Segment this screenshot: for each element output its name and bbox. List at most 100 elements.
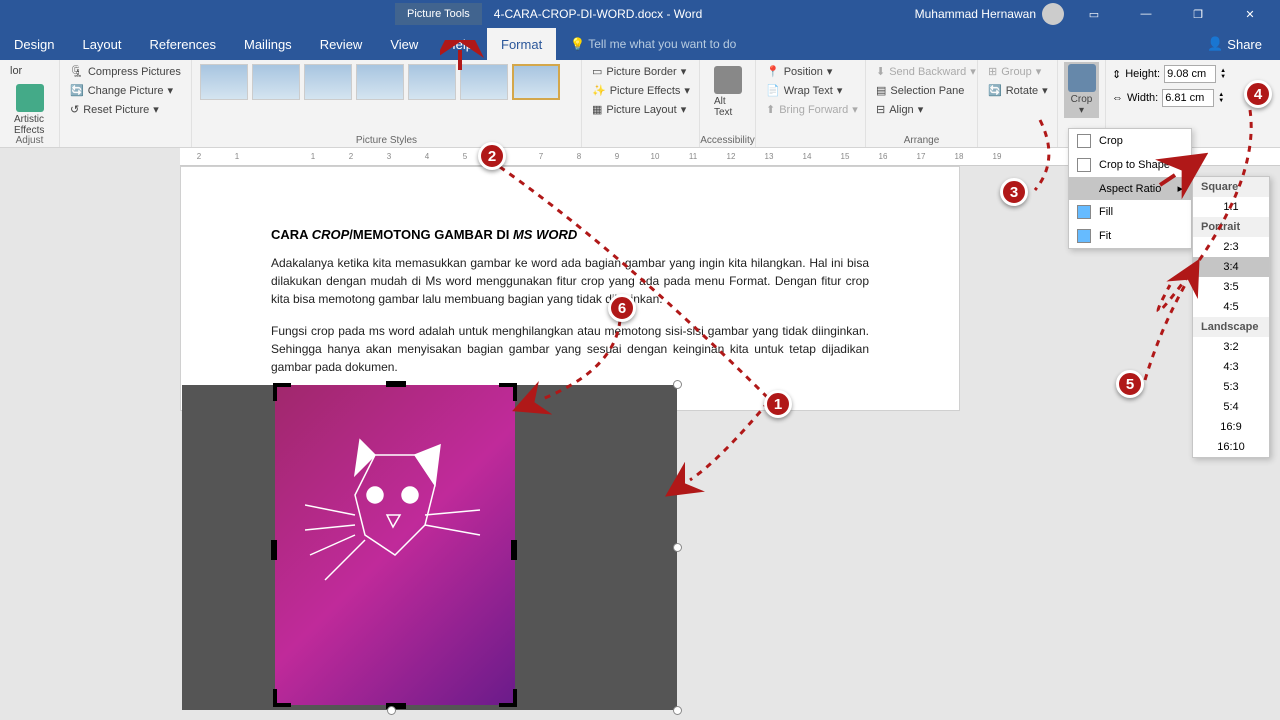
- minimize-icon[interactable]: —: [1124, 0, 1168, 28]
- tab-review[interactable]: Review: [306, 28, 377, 60]
- ratio-4-3[interactable]: 4:3: [1193, 357, 1269, 377]
- menu-crop-to-shape[interactable]: Crop to Shape: [1069, 153, 1191, 177]
- compress-pictures-button[interactable]: 🗜 Compress Pictures: [66, 62, 185, 81]
- selection-pane-button[interactable]: ▤ Selection Pane: [872, 81, 971, 100]
- document-page[interactable]: CARA CROP/MEMOTONG GAMBAR DI MS WORD Ada…: [180, 166, 960, 411]
- doc-paragraph: Adakalanya ketika kita memasukkan gambar…: [271, 254, 869, 308]
- picture-layout-button[interactable]: ▦ Picture Layout ▾: [588, 100, 693, 119]
- aspect-ratio-menu: Square 1:1 Portrait 2:3 3:4 3:5 4:5 Land…: [1192, 176, 1270, 458]
- ribbon-display-icon[interactable]: ▭: [1072, 0, 1116, 28]
- crop-handle[interactable]: [271, 540, 277, 560]
- height-input[interactable]: [1164, 65, 1216, 83]
- crop-button[interactable]: Crop▾: [1064, 62, 1099, 118]
- arrange-label: Arrange: [866, 135, 977, 146]
- user-name: Muhammad Hernawan: [915, 7, 1036, 21]
- menu-fill[interactable]: Fill: [1069, 200, 1191, 224]
- doc-paragraph: Fungsi crop pada ms word adalah untuk me…: [271, 322, 869, 376]
- tab-mailings[interactable]: Mailings: [230, 28, 306, 60]
- crop-handle[interactable]: [386, 381, 406, 387]
- send-backward-button: ⬇ Send Backward ▾: [872, 62, 971, 81]
- document-title: 4-CARA-CROP-DI-WORD.docx - Word: [482, 7, 714, 21]
- selection-handle[interactable]: [673, 706, 682, 715]
- armenu-portrait-label: Portrait: [1193, 217, 1269, 237]
- style-thumb[interactable]: [200, 64, 248, 100]
- annotation-marker-2: 2: [478, 142, 506, 170]
- ribbon-tabs: Design Layout References Mailings Review…: [0, 28, 1280, 60]
- picture-styles-label: Picture Styles: [192, 135, 581, 146]
- avatar: [1042, 3, 1064, 25]
- selection-handle[interactable]: [673, 543, 682, 552]
- crop-handle[interactable]: [499, 383, 517, 401]
- crop-dropdown-menu: Crop Crop to Shape Aspect Ratio▸ Fill Fi…: [1068, 128, 1192, 249]
- accessibility-label: Accessibility: [700, 135, 755, 146]
- annotation-marker-4: 4: [1244, 80, 1272, 108]
- tell-me-search[interactable]: 💡 Tell me what you want to do: [556, 37, 750, 51]
- crop-handle[interactable]: [499, 689, 517, 707]
- group-button: ⊞ Group ▾: [984, 62, 1051, 81]
- color-button[interactable]: lor: [6, 62, 53, 80]
- change-picture-button[interactable]: 🔄 Change Picture ▾: [66, 81, 185, 100]
- selection-handle[interactable]: [387, 706, 396, 715]
- style-thumb[interactable]: [512, 64, 560, 100]
- menu-fit[interactable]: Fit: [1069, 224, 1191, 248]
- close-icon[interactable]: ✕: [1228, 0, 1272, 28]
- crop-handle[interactable]: [511, 540, 517, 560]
- adjust-label: Adjust: [0, 135, 59, 146]
- picture-border-button[interactable]: ▭ Picture Border ▾: [588, 62, 693, 81]
- user-account[interactable]: Muhammad Hernawan: [915, 3, 1064, 25]
- height-spinner[interactable]: ▲▼: [1220, 68, 1226, 80]
- tab-design[interactable]: Design: [0, 28, 68, 60]
- width-field[interactable]: ⇔ Width: ▲▼: [1112, 89, 1258, 107]
- position-button[interactable]: 📍 Position ▾: [762, 62, 859, 81]
- menu-aspect-ratio[interactable]: Aspect Ratio▸: [1069, 177, 1191, 200]
- ratio-16-9[interactable]: 16:9: [1193, 417, 1269, 437]
- style-thumb[interactable]: [408, 64, 456, 100]
- annotation-marker-6: 6: [608, 294, 636, 322]
- style-thumb[interactable]: [460, 64, 508, 100]
- titlebar: Picture Tools 4-CARA-CROP-DI-WORD.docx -…: [0, 0, 1280, 28]
- crop-handle[interactable]: [273, 383, 291, 401]
- alt-text-button[interactable]: Alt Text: [706, 62, 749, 122]
- rotate-button[interactable]: 🔄 Rotate ▾: [984, 81, 1051, 100]
- selected-image[interactable]: [182, 385, 677, 710]
- tab-format[interactable]: Format: [487, 28, 556, 60]
- ratio-5-3[interactable]: 5:3: [1193, 377, 1269, 397]
- cat-illustration: [305, 435, 485, 635]
- artistic-effects-button[interactable]: Artistic Effects: [6, 80, 53, 140]
- tab-view[interactable]: View: [376, 28, 432, 60]
- style-thumb[interactable]: [356, 64, 404, 100]
- style-thumb[interactable]: [304, 64, 352, 100]
- wrap-text-button[interactable]: 📄 Wrap Text ▾: [762, 81, 859, 100]
- annotation-marker-3: 3: [1000, 178, 1028, 206]
- ratio-3-4[interactable]: 3:4: [1193, 257, 1269, 277]
- picture-styles-gallery[interactable]: [198, 62, 575, 102]
- width-spinner[interactable]: ▲▼: [1218, 92, 1224, 104]
- crop-handle[interactable]: [273, 689, 291, 707]
- ratio-3-5[interactable]: 3:5: [1193, 277, 1269, 297]
- selection-handle[interactable]: [673, 380, 682, 389]
- align-button[interactable]: ⊟ Align ▾: [872, 100, 971, 119]
- bring-forward-button: ⬆ Bring Forward ▾: [762, 100, 859, 119]
- style-thumb[interactable]: [252, 64, 300, 100]
- menu-crop[interactable]: Crop: [1069, 129, 1191, 153]
- tab-references[interactable]: References: [136, 28, 230, 60]
- reset-picture-button[interactable]: ↺ Reset Picture ▾: [66, 100, 185, 119]
- doc-heading: CARA CROP/MEMOTONG GAMBAR DI MS WORD: [271, 227, 869, 242]
- ratio-16-10[interactable]: 16:10: [1193, 437, 1269, 457]
- ratio-3-2[interactable]: 3:2: [1193, 337, 1269, 357]
- armenu-landscape-label: Landscape: [1193, 317, 1269, 337]
- annotation-marker-5: 5: [1116, 370, 1144, 398]
- tab-help[interactable]: Help: [432, 28, 487, 60]
- restore-icon[interactable]: ❐: [1176, 0, 1220, 28]
- ratio-1-1[interactable]: 1:1: [1193, 197, 1269, 217]
- ratio-4-5[interactable]: 4:5: [1193, 297, 1269, 317]
- tab-layout[interactable]: Layout: [68, 28, 135, 60]
- crop-region[interactable]: [275, 385, 515, 705]
- height-field[interactable]: ⇕ Height: ▲▼: [1112, 65, 1258, 83]
- ratio-5-4[interactable]: 5:4: [1193, 397, 1269, 417]
- picture-effects-button[interactable]: ✨ Picture Effects ▾: [588, 81, 693, 100]
- width-input[interactable]: [1162, 89, 1214, 107]
- share-button[interactable]: 👤 Share: [1189, 36, 1280, 52]
- annotation-marker-1: 1: [764, 390, 792, 418]
- ratio-2-3[interactable]: 2:3: [1193, 237, 1269, 257]
